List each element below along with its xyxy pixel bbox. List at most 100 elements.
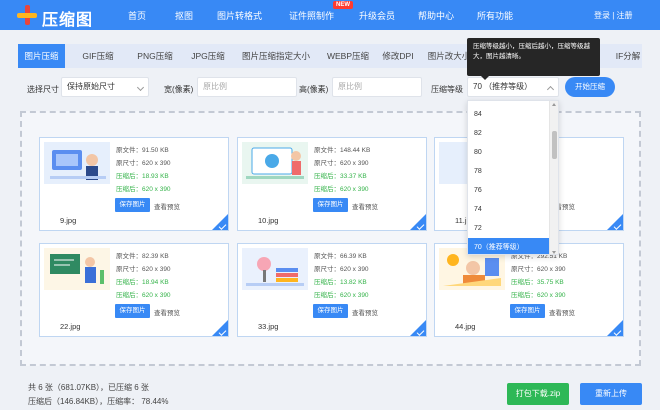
image-card: 原文件：91.50 KB 原尺寸：620 x 390 压缩后：18.93 KB … (39, 137, 229, 231)
scrollbar-thumb[interactable] (552, 131, 557, 159)
comp-size-value: 620 x 390 (537, 292, 566, 299)
comp-file-label: 压缩后： (116, 173, 142, 180)
comp-file-value: 18.94 KB (142, 279, 169, 286)
orig-file-value: 82.39 KB (142, 253, 169, 260)
file-name: 33.jpg (258, 322, 279, 331)
level-select[interactable]: 70 （推荐等级） (467, 77, 559, 97)
tab-dpi[interactable]: 修改DPI (375, 44, 421, 68)
save-image-button[interactable]: 保存图片 (115, 198, 150, 212)
save-image-button[interactable]: 保存图片 (510, 304, 545, 318)
tab-size[interactable]: 图片压缩指定大小 (232, 44, 320, 68)
orig-file-value: 66.39 KB (340, 253, 367, 260)
dropdown-option[interactable]: 72 (468, 219, 550, 238)
comp-size-label: 压缩后： (116, 186, 142, 193)
orig-size-label: 原尺寸： (511, 266, 537, 273)
orig-size-label: 原尺寸： (116, 160, 142, 167)
dropdown-option[interactable]: 74 (468, 200, 550, 219)
comp-size-label: 压缩后： (511, 292, 537, 299)
orig-file-label: 原文件： (116, 253, 142, 260)
thumbnail-image[interactable] (44, 142, 110, 184)
comp-file-value: 35.75 KB (537, 279, 564, 286)
login-link[interactable]: 登录 | 注册 (594, 10, 633, 21)
comp-size-value: 620 x 390 (340, 292, 369, 299)
image-card: 原文件：66.39 KB 原尺寸：620 x 390 压缩后：13.82 KB … (237, 243, 427, 337)
dropdown-option[interactable]: 78 (468, 162, 550, 181)
comp-size-label: 压缩后： (314, 292, 340, 299)
dropdown-option[interactable]: 80 (468, 143, 550, 162)
size-select-value: 保持原始尺寸 (67, 82, 115, 91)
level-select-value: 70 （推荐等级） (473, 82, 533, 91)
image-card: 原文件：82.39 KB 原尺寸：620 x 390 压缩后：18.94 KB … (39, 243, 229, 337)
tab-jpg[interactable]: JPG压缩 (184, 44, 232, 68)
file-name: 10.jpg (258, 216, 279, 225)
orig-file-label: 原文件： (116, 147, 142, 154)
orig-size-value: 620 x 390 (142, 266, 171, 273)
preview-link[interactable]: 查看预览 (154, 307, 180, 317)
tab-image-compress[interactable]: 图片压缩 (18, 44, 65, 68)
level-label: 压缩等级 (431, 85, 463, 94)
preview-link[interactable]: 查看预览 (549, 307, 575, 317)
comp-file-value: 18.93 KB (142, 173, 169, 180)
preview-link[interactable]: 查看预览 (154, 201, 180, 211)
comp-size-value: 620 x 390 (142, 186, 171, 193)
preview-link[interactable]: 查看预览 (352, 201, 378, 211)
tab-gif[interactable]: GIF压缩 (74, 44, 122, 68)
nav-all[interactable]: 所有功能 (477, 9, 513, 22)
level-dropdown-list: 84 82 80 78 76 74 72 70（推荐等级） (467, 100, 559, 255)
tab-split[interactable]: IF分解 (614, 44, 642, 68)
start-compress-button[interactable]: 开始压缩 (565, 77, 615, 97)
comp-size-label: 压缩后： (314, 186, 340, 193)
save-image-button[interactable]: 保存图片 (115, 304, 150, 318)
dropdown-option[interactable]: 76 (468, 181, 550, 200)
width-label: 宽(像素) (164, 85, 194, 94)
height-input[interactable]: 原比例 (332, 77, 422, 97)
download-zip-button[interactable]: 打包下载.zip (507, 383, 569, 405)
size-label: 选择尺寸 (27, 85, 59, 94)
nav-help[interactable]: 帮助中心 (418, 9, 454, 22)
nav-format[interactable]: 图片转格式 (217, 9, 262, 22)
preview-link[interactable]: 查看预览 (352, 307, 378, 317)
thumbnail-image[interactable] (242, 142, 308, 184)
dropdown-option[interactable]: 82 (468, 124, 550, 143)
width-input[interactable]: 原比例 (197, 77, 297, 97)
summary-total: 共 6 张（681.07KB），已压缩 6 张 (28, 383, 149, 392)
nav-cutout[interactable]: 抠图 (175, 9, 193, 22)
orig-file-value: 91.50 KB (142, 147, 169, 154)
chevron-down-icon (136, 83, 145, 92)
orig-file-label: 原文件： (314, 253, 340, 260)
level-tooltip: 压缩等级越小，压缩后越小，压缩等级越大，图片越清晰。 (467, 38, 600, 80)
nav-id-photo[interactable]: 证件照制作 (289, 9, 334, 22)
orig-size-value: 620 x 390 (142, 160, 171, 167)
orig-file-label: 原文件： (314, 147, 340, 154)
summary-compressed: 压缩后（146.84KB），压缩率： 78.44% (28, 397, 169, 406)
comp-file-label: 压缩后： (314, 279, 340, 286)
nav-vip[interactable]: 升级会员 (359, 9, 395, 22)
size-select[interactable]: 保持原始尺寸 (61, 77, 149, 97)
file-name: 44.jpg (455, 322, 476, 331)
scroll-down-icon[interactable] (552, 251, 556, 254)
dropdown-scrollbar[interactable] (549, 101, 558, 254)
nav-home[interactable]: 首页 (128, 9, 146, 22)
save-image-button[interactable]: 保存图片 (313, 198, 348, 212)
dropdown-option[interactable]: 84 (468, 105, 550, 124)
top-header: 压缩图 首页 抠图 图片转格式 证件照制作 NEW 升级会员 帮助中心 所有功能… (0, 0, 660, 30)
comp-file-value: 13.82 KB (340, 279, 367, 286)
comp-file-label: 压缩后： (116, 279, 142, 286)
orig-size-value: 620 x 390 (340, 266, 369, 273)
scroll-up-icon[interactable] (552, 103, 556, 106)
logo-icon[interactable] (17, 5, 37, 25)
thumbnail-image[interactable] (242, 248, 308, 290)
comp-size-value: 620 x 390 (340, 186, 369, 193)
comp-file-label: 压缩后： (511, 279, 537, 286)
save-image-button[interactable]: 保存图片 (313, 304, 348, 318)
orig-file-value: 148.44 KB (340, 147, 371, 154)
thumbnail-image[interactable] (44, 248, 110, 290)
dropdown-option-selected[interactable]: 70（推荐等级） (468, 238, 550, 254)
brand-name[interactable]: 压缩图 (42, 6, 93, 30)
image-card: 原文件：292.51 KB 原尺寸：620 x 390 压缩后：35.75 KB… (434, 243, 624, 337)
tab-webp[interactable]: WEBP压缩 (318, 44, 378, 68)
file-name: 22.jpg (60, 322, 81, 331)
tab-png[interactable]: PNG压缩 (129, 44, 181, 68)
reupload-button[interactable]: 重新上传 (580, 383, 642, 405)
comp-file-label: 压缩后： (314, 173, 340, 180)
